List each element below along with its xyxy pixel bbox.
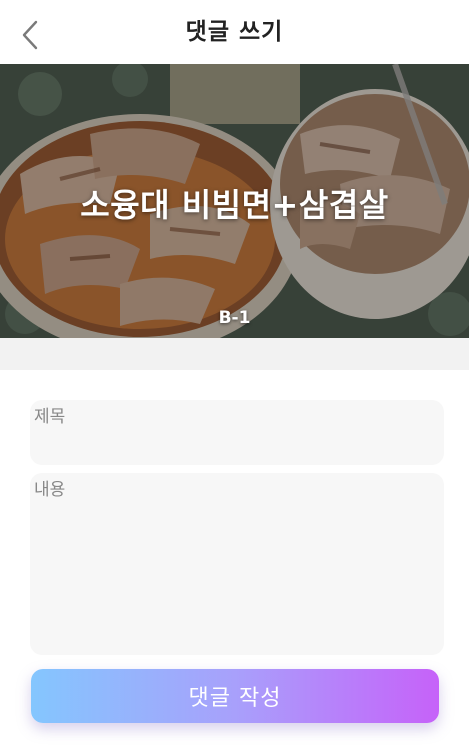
menu-name: 소융대 비빔면+삼겹살 xyxy=(80,186,389,224)
section-divider xyxy=(0,338,469,370)
submit-comment-button[interactable]: 댓글 작성 xyxy=(31,669,439,723)
menu-code: B-1 xyxy=(218,308,251,328)
content-field xyxy=(30,473,444,655)
title-input[interactable] xyxy=(34,402,440,463)
content-input[interactable] xyxy=(34,475,440,653)
comment-write-screen: 댓글 쓰기 소융대 비빔면+삼겹살 B-1 제목 내용 댓글 작성 xyxy=(0,0,469,748)
app-header: 댓글 쓰기 xyxy=(0,0,469,64)
title-field xyxy=(30,400,444,465)
page-title: 댓글 쓰기 xyxy=(185,19,284,45)
menu-banner: 소융대 비빔면+삼겹살 B-1 xyxy=(0,64,469,338)
